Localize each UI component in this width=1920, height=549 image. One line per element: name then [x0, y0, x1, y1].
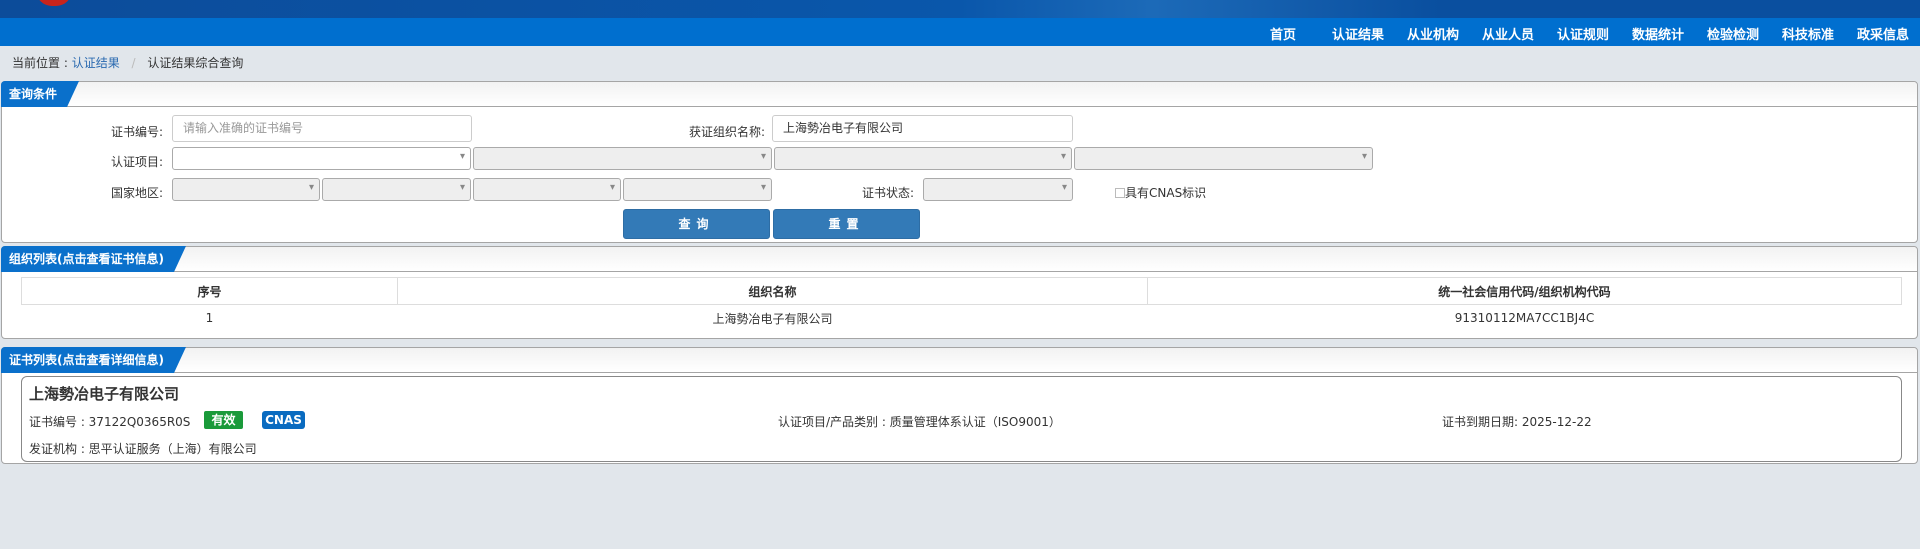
breadcrumb-prefix: 当前位置 : — [12, 56, 68, 70]
nav-home[interactable]: 首页 — [1270, 24, 1296, 43]
project-select-1[interactable] — [172, 147, 471, 170]
region-select-3[interactable] — [473, 178, 621, 201]
cert-company-name[interactable]: 上海勢冶电子有限公司 — [29, 383, 179, 404]
col-index: 序号 — [21, 277, 398, 305]
project-select-2[interactable] — [473, 147, 772, 170]
col-credit-code: 统一社会信用代码/组织机构代码 — [1147, 277, 1902, 305]
nav-testing[interactable]: 检验检测 — [1707, 24, 1759, 43]
cert-no-label: 证书编号: — [110, 125, 163, 139]
org-name-input[interactable]: 上海勢冶电子有限公司 — [772, 115, 1073, 142]
project-select-4[interactable] — [1074, 147, 1373, 170]
nav-procurement[interactable]: 政采信息 — [1857, 24, 1909, 43]
status-badge: 有效 — [204, 411, 243, 429]
status-label: 证书状态: — [861, 186, 914, 200]
breadcrumb: 当前位置 : 认证结果 / 认证结果综合查询 — [12, 54, 243, 71]
cert-number: 证书编号 : 37122Q0365R0S — [29, 415, 191, 429]
table-row[interactable]: 1 上海勢冶电子有限公司 91310112MA7CC1BJ4C — [21, 304, 1902, 332]
emblem-logo — [36, 0, 72, 6]
col-org-name: 组织名称 — [397, 277, 1148, 305]
cnas-badge: CNAS — [262, 411, 305, 429]
query-panel-title: 查询条件 — [1, 81, 79, 107]
cnas-checkbox-row[interactable]: 具有CNAS标识 — [1115, 184, 1206, 201]
cert-card[interactable]: 上海勢冶电子有限公司 证书编号 : 37122Q0365R0S 有效 CNAS … — [21, 376, 1902, 462]
header-banner — [0, 0, 1920, 18]
cell-index: 1 — [21, 304, 398, 332]
cell-credit-code: 91310112MA7CC1BJ4C — [1147, 304, 1902, 332]
org-name-label: 获证组织名称: — [688, 125, 765, 139]
cell-org-name[interactable]: 上海勢冶电子有限公司 — [397, 304, 1148, 332]
breadcrumb-link[interactable]: 认证结果 — [72, 56, 120, 70]
cert-list-title: 证书列表(点击查看详细信息) — [1, 347, 186, 373]
cert-issuer: 发证机构 : 思平认证服务（上海）有限公司 — [29, 442, 257, 456]
nav-standards[interactable]: 科技标准 — [1782, 24, 1834, 43]
breadcrumb-current: 认证结果综合查询 — [147, 56, 244, 70]
nav-statistics[interactable]: 数据统计 — [1632, 24, 1684, 43]
cnas-checkbox[interactable] — [1115, 188, 1125, 198]
org-list-panel: 组织列表(点击查看证书信息) 序号 组织名称 统一社会信用代码/组织机构代码 1 上海… — [1, 246, 1918, 339]
breadcrumb-separator: / — [131, 56, 136, 70]
cert-project: 认证项目/产品类别 : 质量管理体系认证（ISO9001） — [778, 415, 1061, 429]
cert-expiry: 证书到期日期: 2025-12-22 — [1442, 415, 1592, 429]
cert-list-panel: 证书列表(点击查看详细信息) 上海勢冶电子有限公司 证书编号 : 37122Q0… — [1, 347, 1918, 464]
query-panel: 查询条件 证书编号: 请输入准确的证书编号 获证组织名称: 上海勢冶电子有限公司… — [1, 81, 1918, 243]
org-list-title: 组织列表(点击查看证书信息) — [1, 246, 186, 272]
nav-rules[interactable]: 认证规则 — [1557, 24, 1609, 43]
region-select-2[interactable] — [322, 178, 471, 201]
search-button[interactable]: 查询 — [623, 209, 770, 239]
region-select-4[interactable] — [623, 178, 772, 201]
status-select[interactable] — [923, 178, 1073, 201]
org-table: 序号 组织名称 统一社会信用代码/组织机构代码 1 上海勢冶电子有限公司 9131011… — [21, 277, 1902, 332]
cert-no-input[interactable]: 请输入准确的证书编号 — [172, 115, 472, 142]
reset-button[interactable]: 重置 — [773, 209, 920, 239]
project-select-3[interactable] — [774, 147, 1072, 170]
region-label: 国家地区: — [110, 186, 163, 200]
project-label: 认证项目: — [110, 155, 163, 169]
nav-institutions[interactable]: 从业机构 — [1407, 24, 1459, 43]
cnas-label: 具有CNAS标识 — [1125, 186, 1207, 200]
main-nav: 首页 认证结果 从业机构 从业人员 认证规则 数据统计 检验检测 科技标准 政采… — [0, 18, 1920, 46]
nav-personnel[interactable]: 从业人员 — [1482, 24, 1534, 43]
region-select-1[interactable] — [172, 178, 320, 201]
nav-cert-results[interactable]: 认证结果 — [1332, 24, 1384, 43]
